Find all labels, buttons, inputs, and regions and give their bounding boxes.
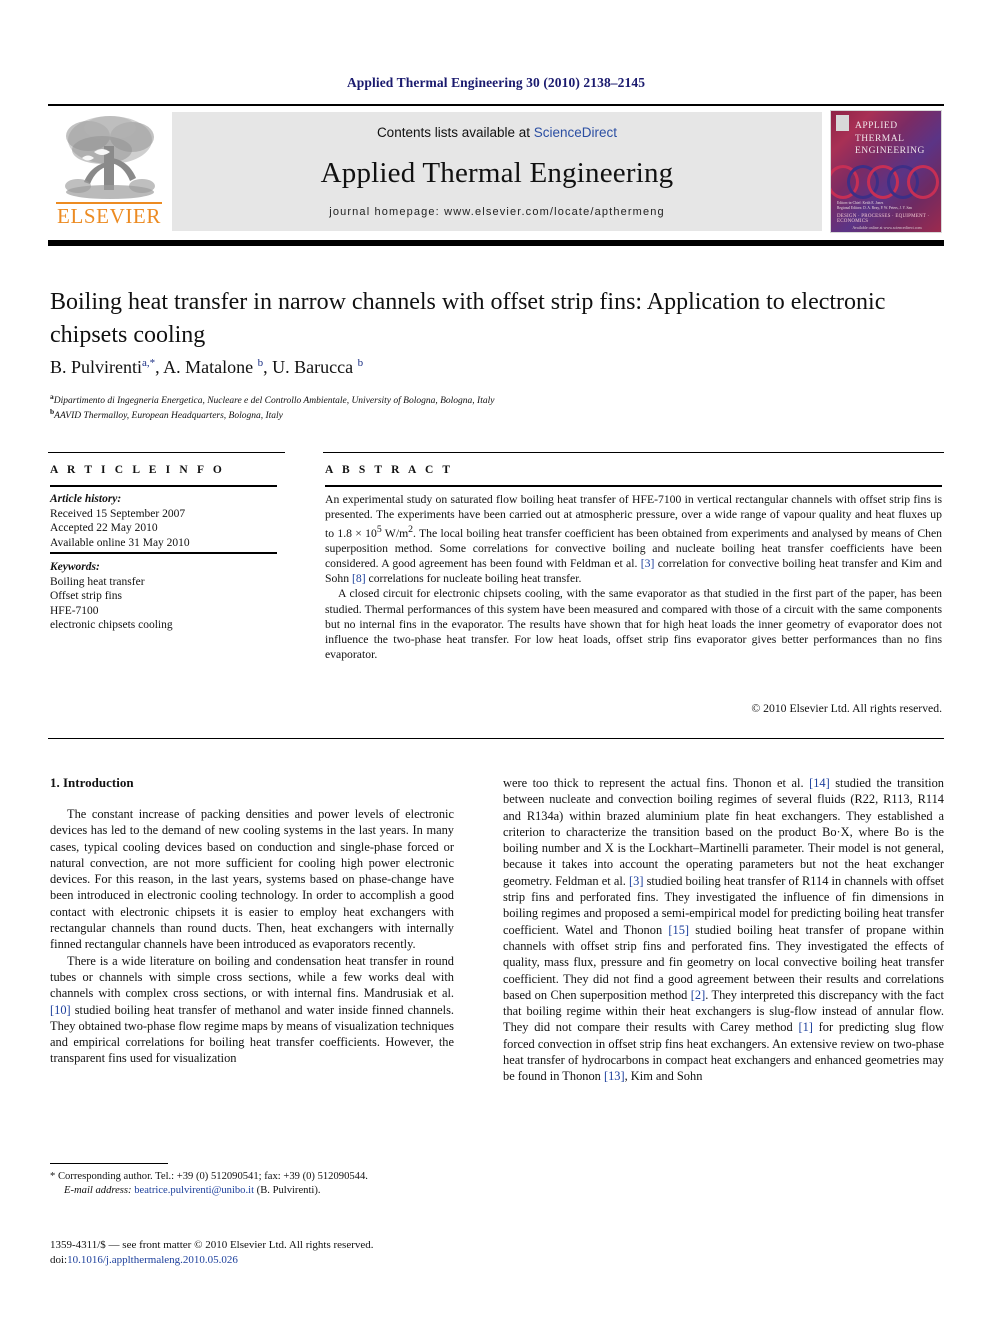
email-link[interactable]: beatrice.pulvirenti@unibo.it [134, 1185, 254, 1196]
contents-list-line: Contents lists available at ScienceDirec… [172, 125, 822, 140]
cover-elsevier-mark-icon [836, 115, 849, 131]
footnote-rule [50, 1163, 168, 1165]
doi-link[interactable]: 10.1016/j.applthermaleng.2010.05.026 [67, 1254, 238, 1266]
intro-p2-post: studied boiling heat transfer of methano… [50, 1002, 454, 1066]
abstract-copyright: © 2010 Elsevier Ltd. All rights reserved… [751, 702, 942, 715]
article-info-heading: A R T I C L E I N F O [50, 464, 225, 476]
section-heading-introduction: 1. Introduction [50, 775, 134, 790]
citation-link[interactable]: [15] [668, 923, 689, 937]
keyword-item: Offset strip fins [50, 590, 122, 603]
abstract-bottom-rule [48, 738, 944, 740]
intro-r-t1: were too thick to represent the actual f… [503, 776, 810, 790]
keywords-rule [50, 552, 277, 554]
masthead: ELSEVIER Contents lists available at Sci… [48, 110, 944, 234]
keyword-item: Boiling heat transfer [50, 575, 145, 588]
cover-rings-graphic [831, 165, 941, 199]
abstract-paragraph-1: An experimental study on saturated flow … [325, 492, 942, 586]
email-owner: (B. Pulvirenti). [256, 1185, 321, 1197]
citation-link[interactable]: [3] [629, 874, 643, 888]
elsevier-logo: ELSEVIER [50, 112, 168, 232]
citation-link[interactable]: [13] [604, 1069, 625, 1083]
footnote-block: * Corresponding author. Tel.: +39 (0) 51… [50, 1170, 454, 1198]
article-available-online: Available online 31 May 2010 [50, 536, 190, 549]
article-received: Received 15 September 2007 [50, 507, 186, 520]
cover-title-line3: ENGINEERING [855, 146, 925, 156]
cover-title: APPLIED THERMAL ENGINEERING [855, 120, 939, 158]
abstract-rule [325, 485, 942, 487]
intro-paragraph-continued: were too thick to represent the actual f… [503, 775, 944, 1085]
journal-cover-thumbnail: APPLIED THERMAL ENGINEERING Editors-in-C… [830, 110, 942, 233]
corresponding-author-note: * Corresponding author. Tel.: +39 (0) 51… [50, 1170, 454, 1184]
abstract-paragraph-2: A closed circuit for electronic chipsets… [325, 587, 942, 661]
intro-r-t2: studied the transition between nucleate … [503, 776, 944, 888]
article-info-top-rule [48, 452, 285, 453]
sciencedirect-band: Contents lists available at ScienceDirec… [172, 112, 822, 231]
abstract-heading: A B S T R A C T [325, 464, 454, 476]
keywords-block: Keywords: Boiling heat transfer Offset s… [50, 560, 280, 633]
citation-link[interactable]: [10] [50, 1003, 71, 1017]
article-info-rule [50, 485, 277, 487]
elsevier-wordmark: ELSEVIER [57, 204, 161, 228]
citation-link[interactable]: [1] [798, 1020, 812, 1034]
cover-footer: Available online at www.sciencedirect.co… [852, 225, 922, 230]
running-head: Applied Thermal Engineering 30 (2010) 21… [346, 75, 646, 90]
intro-p2-pre: There is a wide literature on boiling an… [50, 953, 454, 1001]
cover-editor-line2: Regional Editors: D. A. Reay, P. W. Pete… [837, 206, 912, 211]
cover-title-line2: THERMAL [855, 133, 905, 144]
issn-line: 1359-4311/$ — see front matter © 2010 El… [50, 1239, 374, 1251]
citation-link[interactable]: [14] [809, 776, 830, 790]
issn-block: 1359-4311/$ — see front matter © 2010 El… [50, 1238, 480, 1267]
keywords-label: Keywords: [50, 561, 100, 573]
elsevier-tree-icon [58, 112, 162, 202]
cover-title-line1: APPLIED [855, 121, 898, 131]
intro-paragraph-1: The constant increase of packing densiti… [50, 807, 454, 952]
cover-keywords: DESIGN · PROCESSES · EQUIPMENT · ECONOMI… [837, 214, 930, 224]
citation-link[interactable]: [8] [352, 572, 366, 585]
affiliation-a: aDipartimento di Ingegneria Energetica, … [50, 392, 930, 406]
affiliation-a-text: Dipartimento di Ingegneria Energetica, N… [53, 396, 495, 407]
corresponding-text: Corresponding author. Tel.: +39 (0) 5120… [55, 1171, 368, 1182]
body-column-left: The constant increase of packing densiti… [50, 806, 454, 1067]
article-history: Article history: Received 15 September 2… [50, 492, 280, 550]
doi-label: doi: [50, 1253, 68, 1266]
abstract-text: An experimental study on saturated flow … [325, 492, 942, 662]
intro-paragraph-2: There is a wide literature on boiling an… [50, 953, 454, 1067]
email-label: E-mail address: [64, 1185, 132, 1197]
author-list: B. Pulvirentia,*, A. Matalone b, U. Baru… [50, 357, 364, 377]
journal-homepage-link[interactable]: journal homepage: www.elsevier.com/locat… [172, 206, 822, 218]
journal-title: Applied Thermal Engineering [320, 157, 674, 189]
abstract-top-rule [323, 452, 944, 453]
abstract-p1-mid: W/m [381, 527, 409, 541]
citation-link[interactable]: [3] [641, 557, 655, 570]
body-column-right: were too thick to represent the actual f… [503, 775, 944, 1085]
cover-editors: Editors-in-Chief: Keith E. Jones Regiona… [837, 201, 937, 211]
affiliation-b-text: AAVID Thermalloy, European Headquarters,… [54, 411, 283, 422]
article-history-label: Article history: [50, 493, 122, 505]
abstract-p1-post3: correlations for nucleate boiling heat t… [365, 572, 582, 586]
article-first-page: Applied Thermal Engineering 30 (2010) 21… [0, 0, 992, 1323]
masthead-top-rule [48, 104, 944, 106]
citation-link[interactable]: [2] [691, 988, 705, 1002]
intro-r-t7: , Kim and Sohn [624, 1069, 703, 1084]
contents-prefix: Contents lists available at [376, 125, 534, 140]
sciencedirect-link[interactable]: ScienceDirect [534, 125, 617, 140]
keyword-item: electronic chipsets cooling [50, 619, 173, 632]
article-accepted: Accepted 22 May 2010 [50, 522, 158, 535]
page-title: Boiling heat transfer in narrow channels… [50, 289, 886, 348]
email-note: E-mail address: beatrice.pulvirenti@unib… [50, 1184, 454, 1198]
masthead-bottom-rule [48, 240, 944, 246]
keyword-item: HFE-7100 [50, 604, 99, 617]
affiliation-b: bAAVID Thermalloy, European Headquarters… [50, 407, 930, 421]
doi-line: doi:10.1016/j.applthermaleng.2010.05.026 [50, 1253, 480, 1268]
